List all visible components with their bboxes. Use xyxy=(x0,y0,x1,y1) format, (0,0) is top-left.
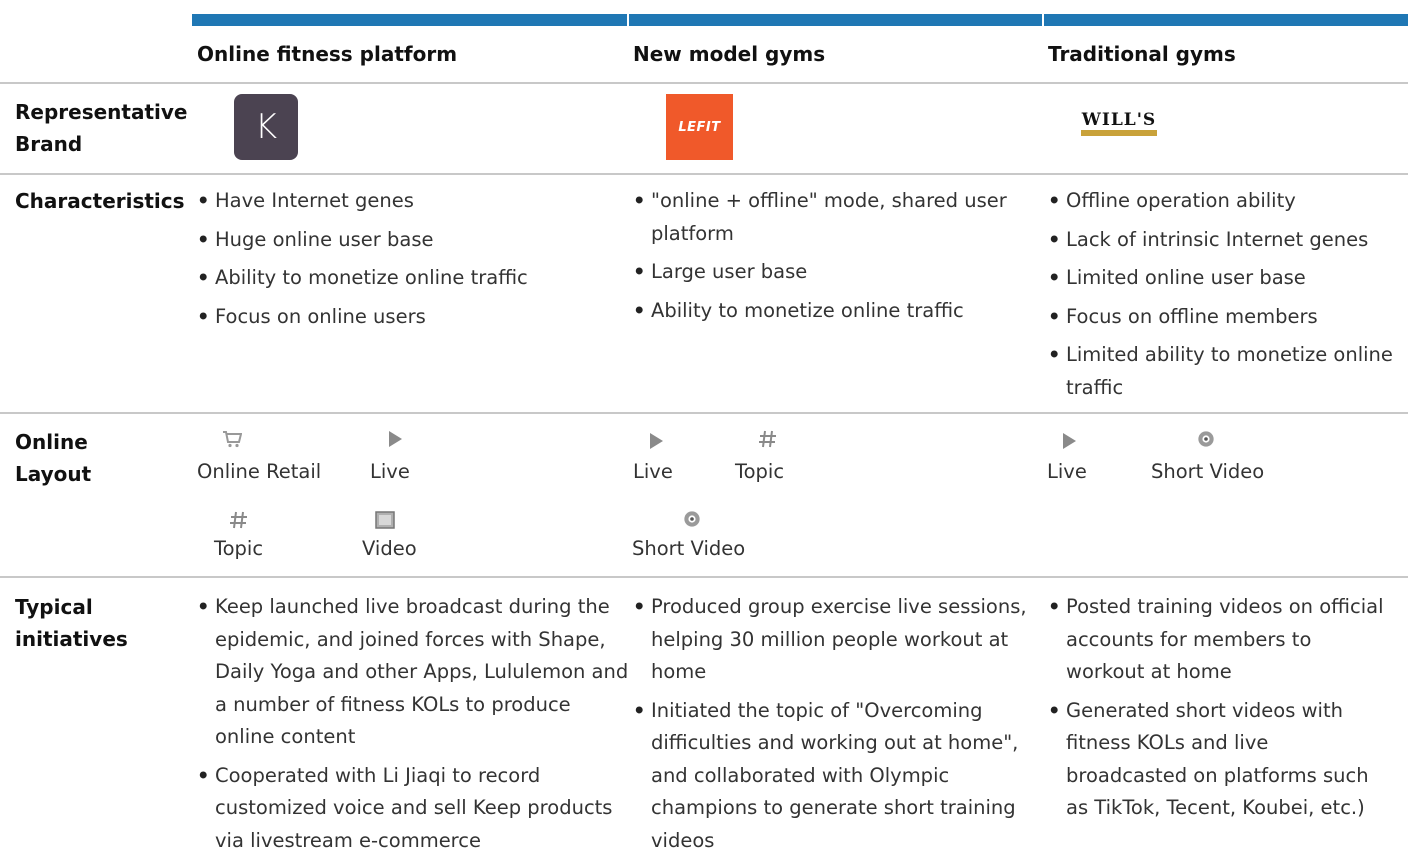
characteristics-newmodel: "online + offline" mode, shared user pla… xyxy=(633,185,1033,333)
list-item: Cooperated with Li Jiaqi to record custo… xyxy=(197,760,631,858)
wills-logo-bar xyxy=(1081,130,1157,136)
video-icon xyxy=(375,511,395,529)
header-bar-newmodel xyxy=(629,14,1042,26)
list-item: Have Internet genes xyxy=(197,185,622,218)
list-item: Limited online user base xyxy=(1048,262,1393,295)
row-divider xyxy=(0,412,1408,414)
list-item: Focus on offline members xyxy=(1048,301,1393,334)
wills-logo-text: WILL'S xyxy=(1081,110,1157,130)
characteristics-online: Have Internet genes Huge online user bas… xyxy=(197,185,622,339)
layout-label: Live xyxy=(633,460,673,483)
short-video-icon xyxy=(1198,431,1214,447)
layout-label: Short Video xyxy=(632,537,746,560)
row-label-brand: Representative Brand xyxy=(15,100,188,156)
row-divider xyxy=(0,576,1408,578)
layout-label: Topic xyxy=(735,460,785,483)
header-bar-traditional xyxy=(1044,14,1408,26)
list-item: Generated short videos with fitness KOLs… xyxy=(1048,695,1393,825)
row-label-characteristics: Characteristics xyxy=(15,189,185,213)
list-item: Limited ability to monetize online traff… xyxy=(1048,339,1393,404)
list-item: Offline operation ability xyxy=(1048,185,1393,218)
list-item: Focus on online users xyxy=(197,301,622,334)
list-item: Lack of intrinsic Internet genes xyxy=(1048,224,1393,257)
play-icon xyxy=(389,431,402,447)
row-divider xyxy=(0,82,1408,84)
initiatives-newmodel: Produced group exercise live sessions, h… xyxy=(633,591,1033,863)
list-item: Ability to monetize online traffic xyxy=(633,295,1033,328)
header-bar-online xyxy=(192,14,627,26)
wills-logo: WILL'S xyxy=(1080,110,1158,146)
lefit-logo: LEFIT xyxy=(666,94,733,160)
layout-label: Online Retail xyxy=(197,460,322,483)
list-item: Keep launched live broadcast during the … xyxy=(197,591,631,754)
play-icon xyxy=(1063,433,1076,449)
cart-icon xyxy=(223,431,242,448)
layout-label: Live xyxy=(370,460,410,483)
lefit-logo-text: LEFIT xyxy=(678,119,721,135)
list-item: Produced group exercise live sessions, h… xyxy=(633,591,1033,689)
column-header-online: Online fitness platform xyxy=(197,42,458,66)
layout-label: Short Video xyxy=(1151,460,1265,483)
initiatives-traditional: Posted training videos on official accou… xyxy=(1048,591,1393,831)
list-item: "online + offline" mode, shared user pla… xyxy=(633,185,1033,250)
initiatives-online: Keep launched live broadcast during the … xyxy=(197,591,631,863)
list-item: Ability to monetize online traffic xyxy=(197,262,622,295)
row-label-initiatives: Typical initiatives xyxy=(15,595,128,651)
list-item: Large user base xyxy=(633,256,1033,289)
play-icon xyxy=(650,433,663,449)
characteristics-traditional: Offline operation ability Lack of intrin… xyxy=(1048,185,1393,410)
layout-label: Video xyxy=(362,537,417,560)
hashtag-icon xyxy=(759,430,776,448)
list-item: Initiated the topic of "Overcoming diffi… xyxy=(633,695,1033,858)
keep-logo: K xyxy=(234,94,298,160)
column-header-traditional: Traditional gyms xyxy=(1048,42,1236,66)
layout-label: Live xyxy=(1047,460,1087,483)
list-item: Posted training videos on official accou… xyxy=(1048,591,1393,689)
row-label-layout: Online Layout xyxy=(15,430,92,486)
layout-label: Topic xyxy=(214,537,264,560)
hashtag-icon xyxy=(230,511,247,529)
list-item: Huge online user base xyxy=(197,224,622,257)
column-header-newmodel: New model gyms xyxy=(633,42,826,66)
row-divider xyxy=(0,173,1408,175)
short-video-icon xyxy=(684,511,700,527)
keep-logo-text: K xyxy=(254,107,278,147)
